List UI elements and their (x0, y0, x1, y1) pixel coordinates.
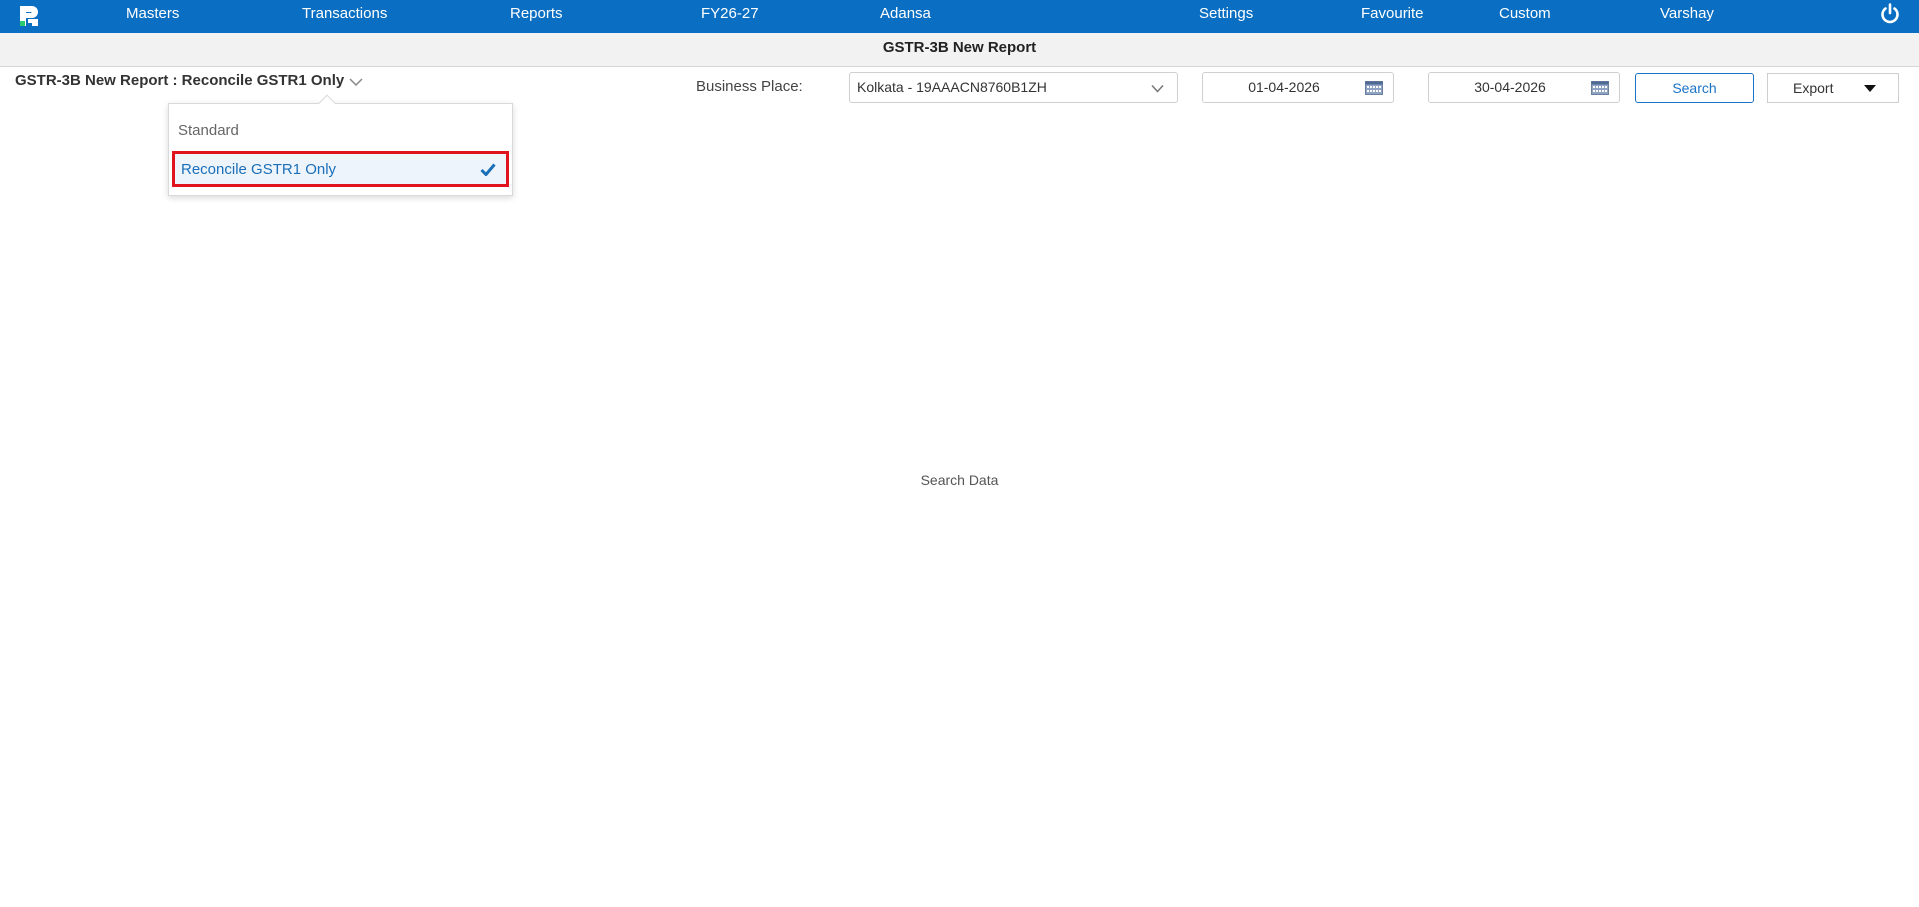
export-button[interactable]: Export (1767, 73, 1899, 103)
option-label: Reconcile GSTR1 Only (181, 161, 337, 178)
business-place-select[interactable]: Kolkata - 19AAACN8760B1ZH (849, 72, 1178, 103)
nav-user[interactable]: Varshay (1660, 0, 1714, 33)
export-label: Export (1793, 80, 1834, 96)
nav-settings[interactable]: Settings (1199, 0, 1253, 33)
nav-masters[interactable]: Masters (126, 0, 179, 33)
nav-favourite[interactable]: Favourite (1361, 0, 1424, 33)
nav-reports[interactable]: Reports (510, 0, 563, 33)
chevron-down-icon (1151, 84, 1164, 93)
app-logo-icon[interactable] (18, 4, 40, 28)
nav-transactions[interactable]: Transactions (302, 0, 387, 33)
power-icon[interactable] (1879, 3, 1901, 25)
nav-company[interactable]: Adansa (880, 0, 931, 33)
from-date-input[interactable]: 01-04-2026 (1202, 72, 1394, 103)
business-place-label: Business Place: (696, 78, 803, 95)
report-type-selector[interactable]: GSTR-3B New Report : Reconcile GSTR1 Onl… (15, 72, 363, 89)
nav-custom[interactable]: Custom (1499, 0, 1551, 33)
to-date-input[interactable]: 30-04-2026 (1428, 72, 1620, 103)
top-navigation-bar: Masters Transactions Reports FY26-27 Ada… (0, 0, 1919, 33)
report-type-dropdown: Standard Reconcile GSTR1 Only (168, 94, 513, 196)
option-reconcile-gstr1-only[interactable]: Reconcile GSTR1 Only (172, 151, 509, 187)
empty-state-message: Search Data (920, 472, 999, 488)
report-type-label: GSTR-3B New Report : Reconcile GSTR1 Onl… (15, 72, 345, 89)
option-standard[interactable]: Standard (169, 113, 512, 149)
from-date-value: 01-04-2026 (1248, 79, 1320, 95)
page-title: GSTR-3B New Report (0, 33, 1919, 67)
business-place-value: Kolkata - 19AAACN8760B1ZH (857, 79, 1047, 95)
calendar-icon[interactable] (1365, 81, 1383, 95)
caret-down-icon (1864, 85, 1876, 92)
dropdown-caret (318, 94, 336, 112)
nav-financial-year[interactable]: FY26-27 (701, 0, 759, 33)
to-date-value: 30-04-2026 (1474, 79, 1546, 95)
chevron-down-icon (349, 78, 363, 87)
checkmark-icon (480, 163, 496, 176)
search-button[interactable]: Search (1635, 73, 1754, 103)
calendar-icon[interactable] (1591, 81, 1609, 95)
